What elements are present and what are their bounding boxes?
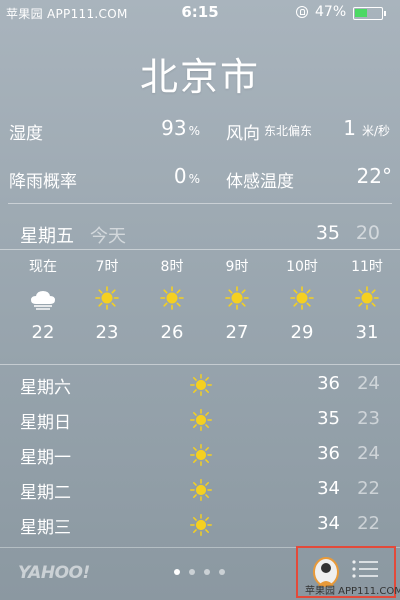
- battery-icon: [353, 7, 386, 20]
- sun-icon: [190, 514, 212, 536]
- page-dot[interactable]: [219, 569, 225, 575]
- yahoo-logo[interactable]: YAHOO!: [18, 563, 90, 583]
- rain-value: 0%: [173, 164, 200, 188]
- sun-icon: [190, 479, 212, 501]
- page-dot[interactable]: [174, 569, 180, 575]
- hourly-item: 10时 29: [270, 256, 334, 343]
- hourly-time: 现在: [29, 259, 57, 275]
- daily-low: 22: [357, 513, 380, 534]
- daily-low: 22: [357, 478, 380, 499]
- divider: [0, 249, 400, 250]
- divider: [0, 364, 400, 365]
- daily-high: 36: [317, 373, 340, 394]
- watermark-text: 苹果园 APP111.COM: [305, 586, 400, 597]
- sun-icon: [95, 286, 119, 310]
- hourly-time: 10时: [286, 259, 318, 275]
- daily-day: 星期六: [20, 378, 71, 398]
- daily-high: 34: [317, 513, 340, 534]
- sun-icon: [190, 444, 212, 466]
- daily-day: 星期三: [20, 518, 71, 538]
- daily-low: 24: [357, 443, 380, 464]
- sun-icon: [190, 409, 212, 431]
- battery-percent: 47%: [315, 4, 347, 20]
- hourly-temp: 26: [160, 322, 184, 343]
- hourly-item: 现在 22: [11, 256, 75, 343]
- sun-icon: [190, 374, 212, 396]
- hourly-item: 8时 26: [140, 256, 204, 343]
- city-name: 北京市: [139, 55, 260, 99]
- wind-label: 风向: [226, 124, 260, 144]
- hourly-temp: 22: [31, 322, 55, 343]
- divider: [8, 203, 392, 204]
- hourly-temp: 27: [225, 322, 249, 343]
- wind-direction: 东北偏东: [264, 124, 313, 138]
- daily-day: 星期二: [20, 483, 71, 503]
- daily-low: 23: [357, 408, 380, 429]
- today-day: 星期五: [20, 226, 74, 247]
- sun-icon: [225, 286, 249, 310]
- daily-high: 35: [317, 408, 340, 429]
- rain-label: 降雨概率: [9, 172, 77, 192]
- daily-day: 星期一: [20, 448, 71, 468]
- wind-value: 1 米/秒: [343, 116, 390, 140]
- hourly-time: 11时: [351, 259, 383, 275]
- daily-low: 24: [357, 373, 380, 394]
- hourly-time: 9时: [225, 259, 249, 275]
- daily-high: 34: [317, 478, 340, 499]
- hourly-item: 9时 27: [205, 256, 269, 343]
- page-dot[interactable]: [204, 569, 210, 575]
- hourly-item: 7时 23: [75, 256, 139, 343]
- hourly-temp: 29: [290, 322, 314, 343]
- battery-fill: [355, 9, 367, 17]
- weather-screen: 苹果园 APP111.COM 6:15 47% 北京市 湿度 93% 风向 东北…: [0, 0, 400, 600]
- daily-day: 星期日: [20, 413, 71, 433]
- cloud-icon: [31, 291, 55, 310]
- daily-high: 36: [317, 443, 340, 464]
- sun-icon: [160, 286, 184, 310]
- rotation-lock-icon: [296, 6, 308, 18]
- today-high: 35: [315, 222, 340, 244]
- status-bar: 苹果园 APP111.COM 6:15 47%: [0, 0, 400, 26]
- today-tag: 今天: [90, 226, 126, 247]
- humidity-label: 湿度: [9, 124, 43, 144]
- hourly-time: 8时: [160, 259, 184, 275]
- hourly-temp: 23: [95, 322, 119, 343]
- hourly-time: 7时: [95, 259, 119, 275]
- sun-icon: [290, 286, 314, 310]
- feels-like-label: 体感温度: [226, 172, 294, 192]
- hourly-item: 11时 31: [335, 256, 399, 343]
- hourly-temp: 31: [355, 322, 379, 343]
- page-dot[interactable]: [189, 569, 195, 575]
- humidity-value: 93%: [161, 116, 200, 140]
- feels-like-value: 22°: [356, 164, 392, 188]
- sun-icon: [355, 286, 379, 310]
- today-low: 20: [355, 222, 380, 244]
